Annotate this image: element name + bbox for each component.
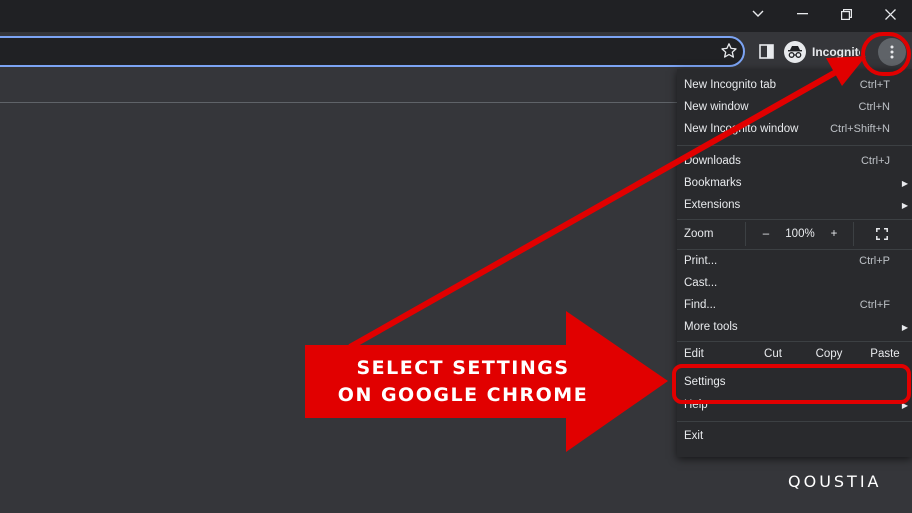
menu-item-label: More tools bbox=[684, 321, 738, 333]
zoom-out-button[interactable]: – bbox=[759, 222, 773, 246]
callout-text: SELECT SETTINGS ON GOOGLE CHROME bbox=[318, 355, 608, 409]
more-menu-button[interactable] bbox=[878, 38, 906, 66]
menu-item-exit[interactable]: Exit bbox=[677, 425, 912, 447]
menu-item-label: Print... bbox=[684, 255, 718, 267]
shortcut-text: Ctrl+P bbox=[859, 255, 890, 267]
copy-button[interactable]: Copy bbox=[802, 343, 856, 365]
fullscreen-icon[interactable] bbox=[875, 222, 889, 246]
title-bar bbox=[0, 0, 912, 32]
menu-item-more-tools[interactable]: More tools ▶ bbox=[677, 316, 912, 338]
menu-item-label: New Incognito window bbox=[684, 123, 799, 135]
menu-item-help[interactable]: Help ▶ bbox=[677, 394, 912, 416]
restore-icon[interactable] bbox=[824, 0, 868, 28]
incognito-label: Incognito bbox=[812, 45, 860, 59]
edit-label: Edit bbox=[684, 348, 704, 360]
toolbar: Incognito bbox=[0, 32, 912, 74]
menu-item-label: New Incognito tab bbox=[684, 79, 777, 91]
zoom-divider bbox=[853, 222, 854, 246]
menu-item-print[interactable]: Print... Ctrl+P bbox=[677, 250, 912, 272]
submenu-arrow-icon: ▶ bbox=[901, 322, 908, 332]
minimize-icon[interactable] bbox=[780, 0, 824, 28]
watermark-logo: QOUSTIA bbox=[788, 472, 882, 491]
menu-item-settings[interactable]: Settings bbox=[677, 371, 912, 393]
cut-button[interactable]: Cut bbox=[747, 343, 799, 365]
shortcut-text: Ctrl+Shift+N bbox=[830, 123, 890, 135]
menu-item-find[interactable]: Find... Ctrl+F bbox=[677, 294, 912, 316]
shortcut-text: Ctrl+F bbox=[859, 299, 890, 311]
three-dots-vertical-icon bbox=[890, 45, 894, 59]
menu-item-cast[interactable]: Cast... bbox=[677, 272, 912, 294]
submenu-arrow-icon: ▶ bbox=[901, 200, 908, 210]
incognito-indicator[interactable]: Incognito bbox=[784, 39, 874, 65]
zoom-in-button[interactable]: + bbox=[827, 222, 841, 246]
shortcut-text: Ctrl+N bbox=[858, 101, 890, 113]
paste-button[interactable]: Paste bbox=[858, 343, 912, 365]
shortcut-text: Ctrl+J bbox=[860, 155, 890, 167]
menu-item-label: Extensions bbox=[684, 199, 741, 211]
chevron-down-icon[interactable] bbox=[736, 0, 780, 28]
menu-item-new-window[interactable]: New window Ctrl+N bbox=[677, 96, 912, 118]
menu-item-label: Exit bbox=[684, 430, 704, 442]
menu-item-downloads[interactable]: Downloads Ctrl+J bbox=[677, 150, 912, 172]
zoom-divider bbox=[745, 222, 746, 246]
menu-item-bookmarks[interactable]: Bookmarks ▶ bbox=[677, 172, 912, 194]
menu-item-label: Cast... bbox=[684, 277, 718, 289]
menu-item-label: Find... bbox=[684, 299, 716, 311]
close-icon[interactable] bbox=[868, 0, 912, 28]
menu-zoom-row: Zoom – 100% + bbox=[677, 222, 912, 246]
menu-item-label: Bookmarks bbox=[684, 177, 742, 189]
incognito-icon bbox=[784, 41, 806, 63]
menu-separator bbox=[677, 341, 912, 342]
callout-line-1: SELECT SETTINGS bbox=[356, 357, 570, 379]
menu-item-new-incognito-tab[interactable]: New Incognito tab Ctrl+T bbox=[677, 74, 912, 96]
menu-separator bbox=[677, 145, 912, 146]
submenu-arrow-icon: ▶ bbox=[901, 178, 908, 188]
side-panel-icon[interactable] bbox=[759, 44, 774, 59]
callout-line-2: ON GOOGLE CHROME bbox=[337, 384, 589, 406]
shortcut-text: Ctrl+T bbox=[859, 79, 890, 91]
menu-edit-row: Edit Cut Copy Paste bbox=[677, 343, 912, 365]
menu-separator bbox=[677, 421, 912, 422]
chrome-main-menu: New Incognito tab Ctrl+T New window Ctrl… bbox=[677, 69, 912, 457]
menu-item-label: Help bbox=[684, 399, 708, 411]
menu-item-label: Settings bbox=[684, 376, 726, 388]
address-bar[interactable] bbox=[0, 36, 745, 67]
zoom-level: 100% bbox=[785, 228, 815, 240]
submenu-arrow-icon: ▶ bbox=[901, 400, 908, 410]
zoom-label: Zoom bbox=[684, 228, 714, 240]
bookmarks-bar-divider bbox=[0, 102, 680, 103]
menu-item-extensions[interactable]: Extensions ▶ bbox=[677, 194, 912, 216]
menu-separator bbox=[677, 219, 912, 220]
menu-item-label: Downloads bbox=[684, 155, 741, 167]
menu-item-label: New window bbox=[684, 101, 749, 113]
bookmark-star-icon[interactable] bbox=[720, 42, 738, 60]
menu-item-new-incognito-window[interactable]: New Incognito window Ctrl+Shift+N bbox=[677, 118, 912, 140]
